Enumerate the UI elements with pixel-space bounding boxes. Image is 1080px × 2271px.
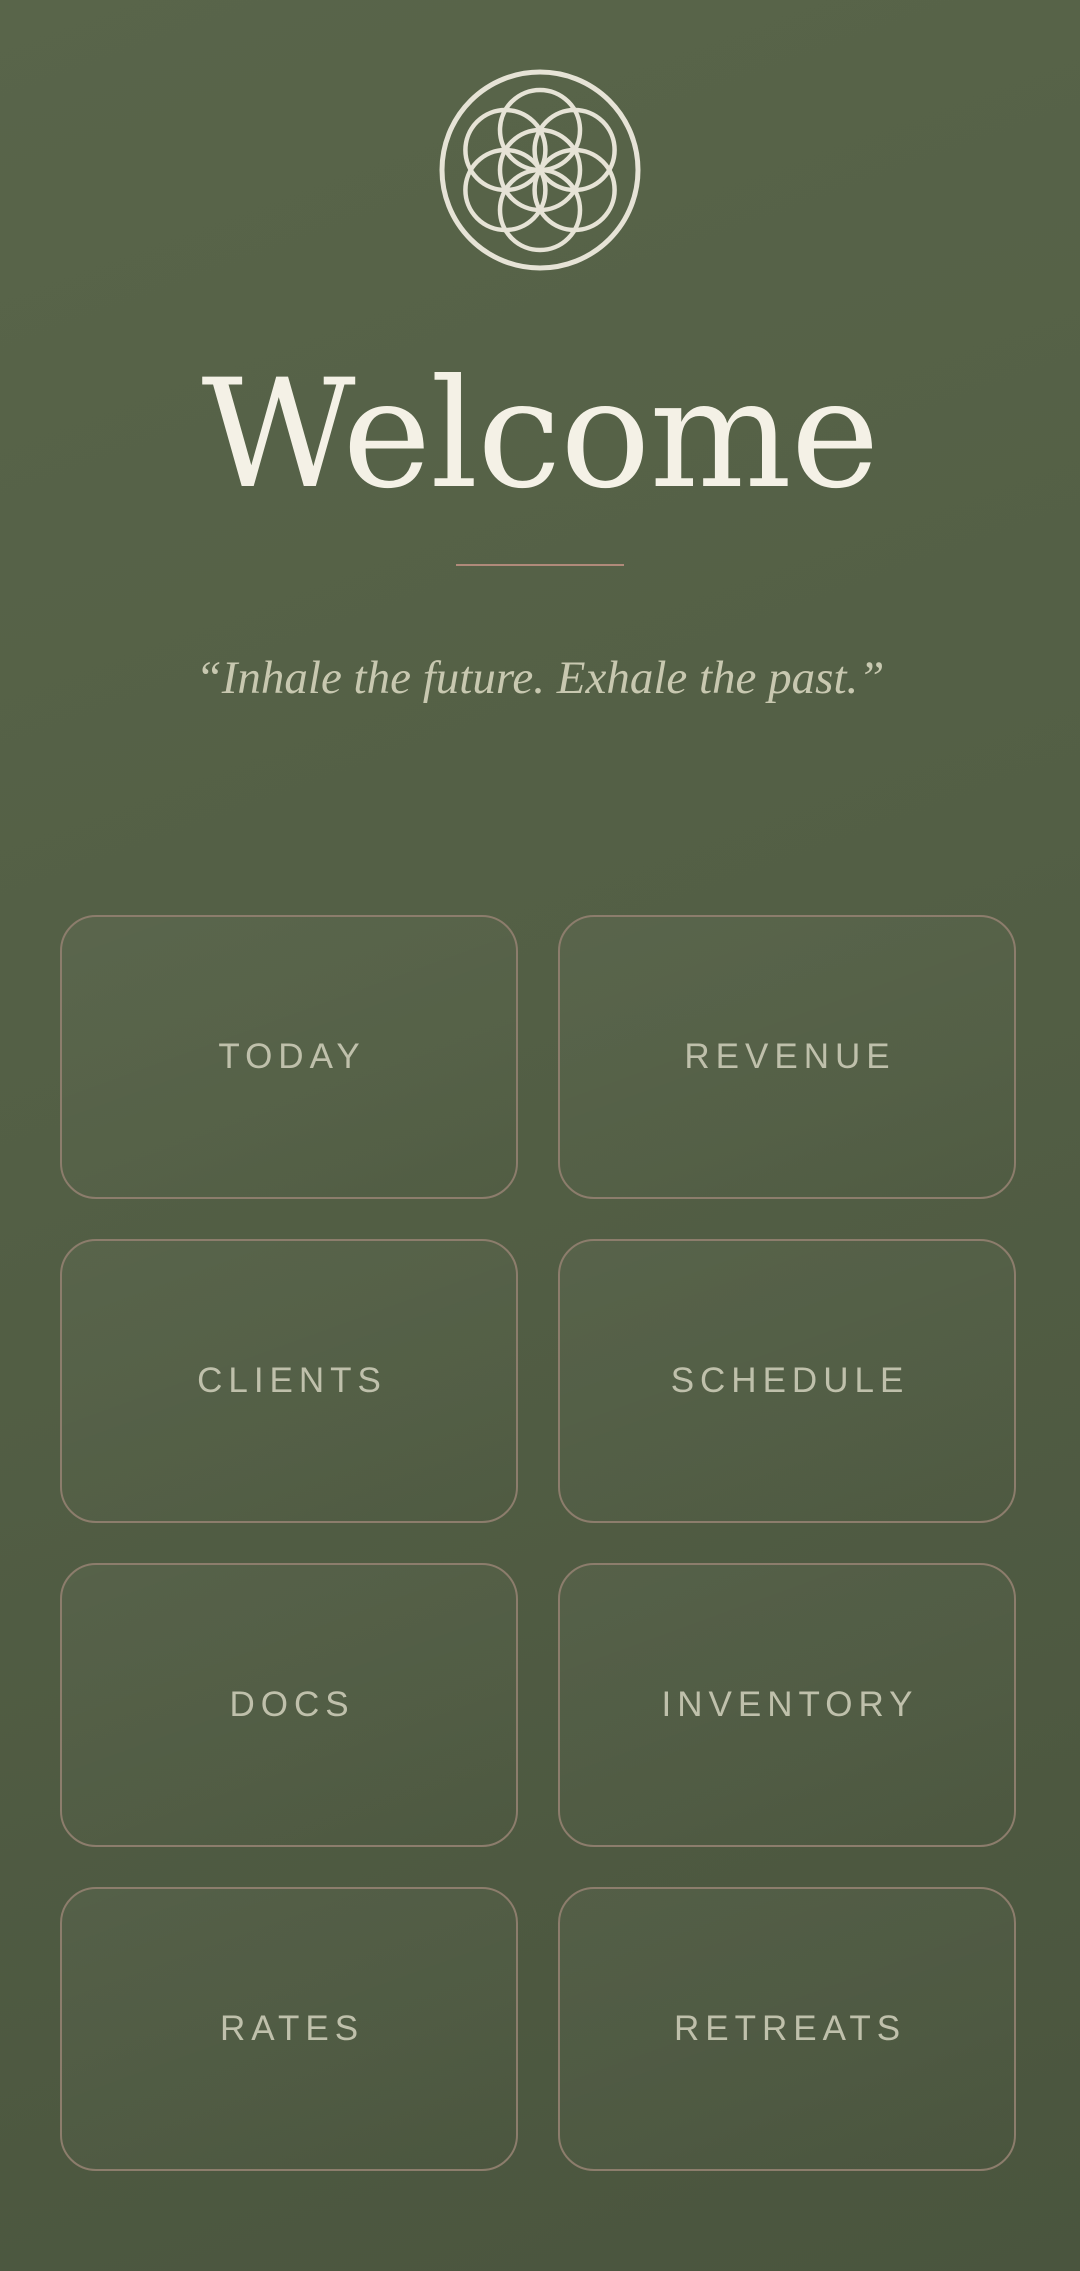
retreats-button-label: RETREATS [673, 2009, 907, 2048]
flower-of-life-icon [439, 69, 641, 271]
schedule-button[interactable]: SCHEDULE [558, 1239, 1016, 1523]
today-button-label: TODAY [218, 1037, 366, 1076]
title-divider [456, 564, 624, 566]
inventory-button-label: INVENTORY [661, 1685, 919, 1724]
retreats-button[interactable]: RETREATS [558, 1887, 1016, 2171]
revenue-button[interactable]: REVENUE [558, 915, 1016, 1199]
schedule-button-label: SCHEDULE [670, 1361, 910, 1400]
logo [437, 67, 643, 273]
clients-button[interactable]: CLIENTS [60, 1239, 518, 1523]
quote-text: “Inhale the future. Exhale the past.” [195, 652, 885, 704]
today-button[interactable]: TODAY [60, 915, 518, 1199]
clients-button-label: CLIENTS [197, 1361, 387, 1400]
rates-button[interactable]: RATES [60, 1887, 518, 2171]
revenue-button-label: REVENUE [684, 1037, 896, 1076]
docs-button[interactable]: DOCS [60, 1563, 518, 1847]
page-title: Welcome [201, 348, 879, 522]
inventory-button[interactable]: INVENTORY [558, 1563, 1016, 1847]
rates-button-label: RATES [219, 2009, 365, 2048]
docs-button-label: DOCS [229, 1685, 355, 1724]
